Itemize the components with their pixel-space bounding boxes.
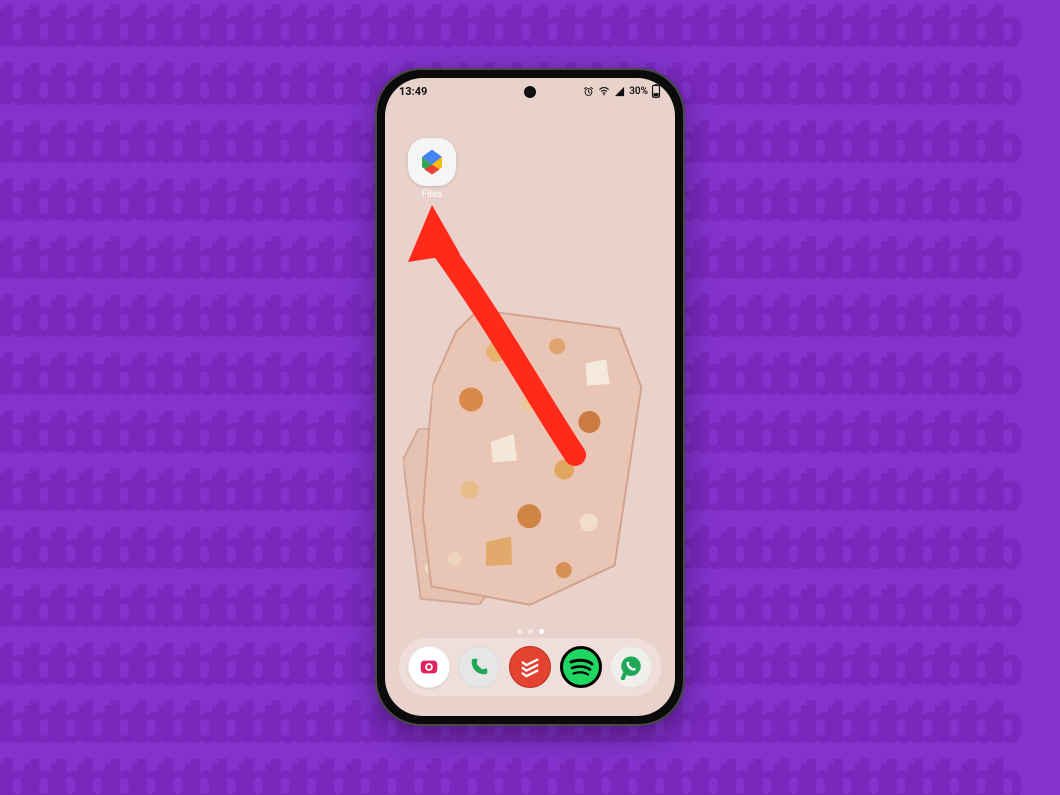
- phone-icon: [468, 656, 490, 678]
- page-dot-2[interactable]: [539, 629, 544, 634]
- page-indicator[interactable]: [385, 629, 675, 634]
- files-app-icon[interactable]: [408, 138, 456, 186]
- statusbar: 13:49: [385, 78, 675, 104]
- dock-spotify-app[interactable]: [560, 646, 602, 688]
- statusbar-battery-percent: 30%: [629, 86, 648, 97]
- dock-phone-app[interactable]: [458, 646, 500, 688]
- dock: [399, 638, 661, 696]
- signal-icon: [614, 86, 625, 97]
- dock-camera-app[interactable]: [408, 646, 450, 688]
- wallpaper-rock-front: [410, 306, 649, 616]
- phone-device-frame: 13:49: [375, 68, 685, 726]
- home-app-files[interactable]: Files: [401, 138, 463, 200]
- phone-screen[interactable]: 13:49: [385, 78, 675, 716]
- wifi-icon: [598, 86, 610, 97]
- spotify-icon: [561, 647, 601, 687]
- dock-whatsapp-app[interactable]: [610, 646, 652, 688]
- battery-icon: [651, 84, 661, 98]
- page-dot-0[interactable]: [517, 629, 522, 634]
- camera-icon: [418, 656, 440, 678]
- files-app-label: Files: [401, 189, 463, 200]
- todoist-icon: [519, 656, 541, 678]
- statusbar-time: 13:49: [399, 85, 427, 98]
- whatsapp-icon: [618, 654, 644, 680]
- alarm-icon: [583, 86, 594, 97]
- statusbar-right-group: 30%: [583, 84, 661, 98]
- files-icon: [417, 147, 447, 177]
- dock-todoist-app[interactable]: [509, 646, 551, 688]
- page-dot-1[interactable]: [528, 629, 533, 634]
